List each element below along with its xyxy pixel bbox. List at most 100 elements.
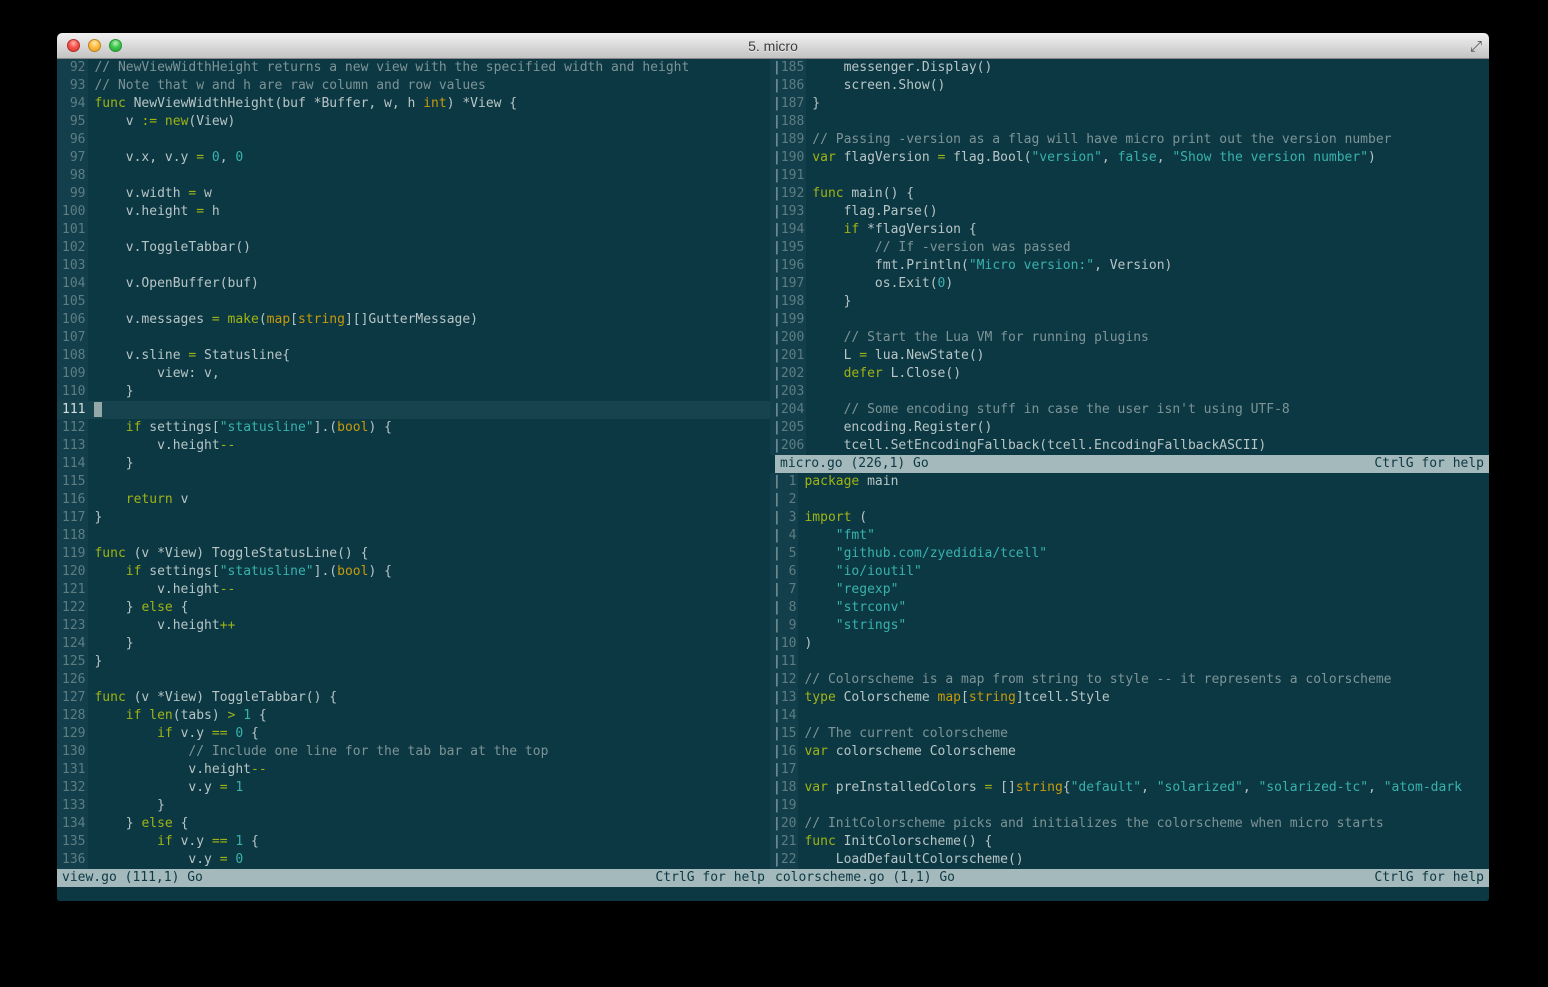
code-line[interactable]: | 205 encoding.Register() bbox=[770, 419, 1489, 437]
code-line[interactable]: 115 bbox=[57, 473, 770, 491]
code-line[interactable]: 128 if len(tabs) > 1 { bbox=[57, 707, 770, 725]
code-line[interactable]: | 187} bbox=[770, 95, 1489, 113]
code-line[interactable]: | 15 // The current colorscheme bbox=[770, 725, 1489, 743]
code-line[interactable]: | 201 L = lua.NewState() bbox=[770, 347, 1489, 365]
code-line[interactable]: | 21 func InitColorscheme() { bbox=[770, 833, 1489, 851]
code-line[interactable]: 120 if settings["statusline"].(bool) { bbox=[57, 563, 770, 581]
code-line[interactable]: 104 v.OpenBuffer(buf) bbox=[57, 275, 770, 293]
code-line[interactable]: 97 v.x, v.y = 0, 0 bbox=[57, 149, 770, 167]
zoom-icon[interactable] bbox=[109, 39, 122, 52]
code-line[interactable]: 121 v.height-- bbox=[57, 581, 770, 599]
code-line[interactable]: | 10) bbox=[770, 635, 1489, 653]
code-line[interactable]: 100 v.height = h bbox=[57, 203, 770, 221]
code-line[interactable]: | 20 // InitColorscheme picks and initiali… bbox=[770, 815, 1489, 833]
pane-divider: | bbox=[773, 492, 781, 507]
code-line[interactable]: 122 } else { bbox=[57, 599, 770, 617]
code-line[interactable]: 103 bbox=[57, 257, 770, 275]
code-text: v.height = h bbox=[94, 204, 220, 219]
code-line[interactable]: 127 func (v *View) ToggleTabbar() { bbox=[57, 689, 770, 707]
code-line[interactable]: | 203 bbox=[770, 383, 1489, 401]
code-line[interactable]: | 17 bbox=[770, 761, 1489, 779]
code-line[interactable]: 111 bbox=[57, 401, 770, 419]
code-line[interactable]: 133 } bbox=[57, 797, 770, 815]
code-line[interactable]: | 1 package main bbox=[770, 473, 1489, 491]
code-line[interactable]: | 197 os.Exit(0) bbox=[770, 275, 1489, 293]
code-line[interactable]: 94 func NewViewWidthHeight(buf *Buffer, w… bbox=[57, 95, 770, 113]
code-line[interactable]: 129 if v.y == 0 { bbox=[57, 725, 770, 743]
code-line[interactable]: 101 bbox=[57, 221, 770, 239]
code-line[interactable]: | 8 "strconv" bbox=[770, 599, 1489, 617]
code-line[interactable]: 109 view: v, bbox=[57, 365, 770, 383]
pane-colorscheme-go[interactable]: | 1 package main | 2 | 3 import (| 4 "fmt" | 5 "gi… bbox=[770, 473, 1489, 869]
code-line[interactable]: | 198 } bbox=[770, 293, 1489, 311]
code-line[interactable]: 105 bbox=[57, 293, 770, 311]
code-line[interactable]: | 2 bbox=[770, 491, 1489, 509]
code-line[interactable]: | 3 import ( bbox=[770, 509, 1489, 527]
close-icon[interactable] bbox=[67, 39, 80, 52]
code-line[interactable]: 108 v.sline = Statusline{ bbox=[57, 347, 770, 365]
code-line[interactable]: 131 v.height-- bbox=[57, 761, 770, 779]
pane-micro-go[interactable]: | 185 messenger.Display() | 186 screen.Show… bbox=[770, 59, 1489, 455]
code-line[interactable]: | 186 screen.Show() bbox=[770, 77, 1489, 95]
code-line[interactable]: 136 v.y = 0 bbox=[57, 851, 770, 869]
code-line[interactable]: | 191 bbox=[770, 167, 1489, 185]
code-line[interactable]: 116 return v bbox=[57, 491, 770, 509]
code-line[interactable]: | 16 var colorscheme Colorscheme bbox=[770, 743, 1489, 761]
code-line[interactable]: | 195 // If -version was passed bbox=[770, 239, 1489, 257]
code-line[interactable]: 112 if settings["statusline"].(bool) { bbox=[57, 419, 770, 437]
code-line[interactable]: | 22 LoadDefaultColorscheme() bbox=[770, 851, 1489, 869]
code-line[interactable]: 134 } else { bbox=[57, 815, 770, 833]
code-line[interactable]: | 189 // Passing -version as a flag will h… bbox=[770, 131, 1489, 149]
code-line[interactable]: | 190 var flagVersion = flag.Bool("version… bbox=[770, 149, 1489, 167]
code-line[interactable]: | 202 defer L.Close() bbox=[770, 365, 1489, 383]
code-line[interactable]: | 196 fmt.Println("Micro version:", Versi… bbox=[770, 257, 1489, 275]
code-line[interactable]: 96 bbox=[57, 131, 770, 149]
code-line[interactable]: 102 v.ToggleTabbar() bbox=[57, 239, 770, 257]
code-line[interactable]: | 9 "strings" bbox=[770, 617, 1489, 635]
code-line[interactable]: 125} bbox=[57, 653, 770, 671]
code-line[interactable]: | 199 bbox=[770, 311, 1489, 329]
code-line[interactable]: 99 v.width = w bbox=[57, 185, 770, 203]
code-line[interactable]: | 192 func main() { bbox=[770, 185, 1489, 203]
code-line[interactable]: 123 v.height++ bbox=[57, 617, 770, 635]
code-line[interactable]: 130 // Include one line for the tab bar … bbox=[57, 743, 770, 761]
code-line[interactable]: | 13 type Colorscheme map[string]tcell.Sty… bbox=[770, 689, 1489, 707]
code-line[interactable]: | 11 bbox=[770, 653, 1489, 671]
code-line[interactable]: 117} bbox=[57, 509, 770, 527]
code-line[interactable]: 92 // NewViewWidthHeight returns a new vi… bbox=[57, 59, 770, 77]
code-line[interactable]: 98 bbox=[57, 167, 770, 185]
pane-view-go[interactable]: 92 // NewViewWidthHeight returns a new vi… bbox=[57, 59, 770, 869]
code-line[interactable]: | 206 tcell.SetEncodingFallback(tcell.Enc… bbox=[770, 437, 1489, 455]
code-line[interactable]: | 5 "github.com/zyedidia/tcell" bbox=[770, 545, 1489, 563]
code-line[interactable]: 106 v.messages = make(map[string][]Gutte… bbox=[57, 311, 770, 329]
code-line[interactable]: | 193 flag.Parse() bbox=[770, 203, 1489, 221]
code-line[interactable]: | 194 if *flagVersion { bbox=[770, 221, 1489, 239]
code-line[interactable]: 113 v.height-- bbox=[57, 437, 770, 455]
code-line[interactable]: 110 } bbox=[57, 383, 770, 401]
titlebar[interactable]: 5. micro ⤢ bbox=[57, 33, 1489, 59]
code-line[interactable]: 132 v.y = 1 bbox=[57, 779, 770, 797]
code-line[interactable]: 95 v := new(View) bbox=[57, 113, 770, 131]
code-line[interactable]: | 188 bbox=[770, 113, 1489, 131]
code-line[interactable]: | 7 "regexp" bbox=[770, 581, 1489, 599]
code-line[interactable]: 124 } bbox=[57, 635, 770, 653]
code-line[interactable]: 114 } bbox=[57, 455, 770, 473]
code-line[interactable]: 107 bbox=[57, 329, 770, 347]
code-line[interactable]: 93 // Note that w and h are raw column an… bbox=[57, 77, 770, 95]
code-line[interactable]: | 6 "io/ioutil" bbox=[770, 563, 1489, 581]
code-line[interactable]: | 4 "fmt" bbox=[770, 527, 1489, 545]
resize-icon[interactable]: ⤢ bbox=[1470, 36, 1482, 56]
code-line[interactable]: | 14 bbox=[770, 707, 1489, 725]
code-line[interactable]: 135 if v.y == 1 { bbox=[57, 833, 770, 851]
code-line[interactable]: 119 func (v *View) ToggleStatusLine() { bbox=[57, 545, 770, 563]
code-line[interactable]: | 18 var preInstalledColors = []string{"de… bbox=[770, 779, 1489, 797]
code-line[interactable]: | 12 // Colorscheme is a map from string t… bbox=[770, 671, 1489, 689]
code-line[interactable]: 118 bbox=[57, 527, 770, 545]
code-line[interactable]: | 200 // Start the Lua VM for running plu… bbox=[770, 329, 1489, 347]
code-line[interactable]: | 204 // Some encoding stuff in case the … bbox=[770, 401, 1489, 419]
minimize-icon[interactable] bbox=[88, 39, 101, 52]
code-line[interactable]: 126 bbox=[57, 671, 770, 689]
code-line[interactable]: | 19 bbox=[770, 797, 1489, 815]
code-line[interactable]: | 185 messenger.Display() bbox=[770, 59, 1489, 77]
